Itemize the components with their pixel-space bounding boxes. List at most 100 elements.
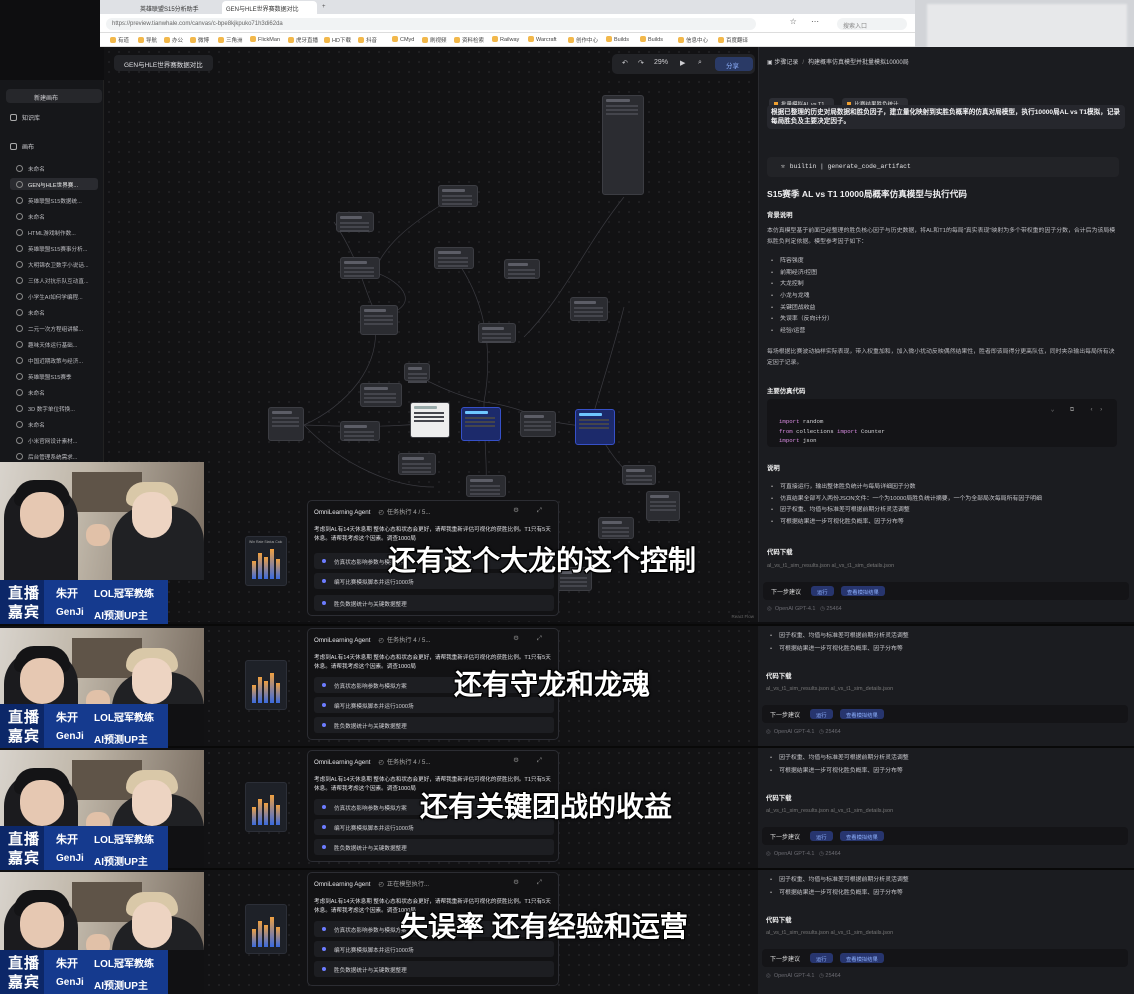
agent-window-controls[interactable]: ⚙ ⤢ xyxy=(513,506,550,515)
bookmark[interactable]: FlickMan xyxy=(250,36,280,43)
agent-window-controls[interactable]: ⚙ ⤢ xyxy=(513,878,550,887)
flow-node[interactable] xyxy=(646,491,680,521)
sidebar-item[interactable]: 未命名 xyxy=(10,386,98,398)
sidebar-item[interactable]: 未命名 xyxy=(10,162,98,174)
knowledge-base-link[interactable]: 知识库 xyxy=(10,113,40,122)
sidebar-item[interactable]: 3D 数字单位转换... xyxy=(10,402,98,414)
sidebar-item[interactable]: 未命名 xyxy=(10,306,98,318)
video-subtitle: 还有守龙和龙魂 xyxy=(454,669,651,700)
bookmark[interactable]: 三角洲 xyxy=(218,36,243,44)
bookmark[interactable]: Railway xyxy=(492,36,519,43)
flow-node[interactable] xyxy=(520,411,556,437)
download-links[interactable]: al_vs_t1_sim_results.json al_vs_t1_sim_d… xyxy=(767,563,894,569)
sidebar-item[interactable]: HTML游戏制作数... xyxy=(10,226,98,238)
browser-tab-active[interactable]: GEN与HLE世界赛数据对比 xyxy=(222,1,317,14)
sidebar-item[interactable]: 大明锦衣卫数字小说话... xyxy=(10,258,98,270)
agent-window-controls[interactable]: ⚙ ⤢ xyxy=(513,634,550,643)
sidebar-item[interactable]: 后台管理系统需求... xyxy=(10,450,98,462)
code-actions[interactable]: ⌄ ⧉ ‹› xyxy=(1051,405,1109,415)
sidebar-item[interactable]: 未命名 xyxy=(10,210,98,222)
view-results-button[interactable]: 查看模拟结果 xyxy=(840,831,884,841)
new-canvas-button[interactable]: 新建画布 xyxy=(6,89,102,103)
sidebar-item[interactable]: 未命名 xyxy=(10,418,98,430)
flow-node-image[interactable] xyxy=(410,402,450,438)
code-block[interactable]: ⌄ ⧉ ‹› import random from collections im… xyxy=(767,399,1117,447)
agent-task[interactable]: 胜负数据统计与关键数据整理 xyxy=(314,839,554,855)
flow-node-blue[interactable] xyxy=(575,409,615,445)
flow-node[interactable] xyxy=(340,421,380,441)
flow-node[interactable] xyxy=(602,95,644,195)
bookmark[interactable]: 微博 xyxy=(190,36,209,44)
flow-node[interactable] xyxy=(438,185,478,207)
flow-node[interactable] xyxy=(598,517,634,539)
browser-search-input[interactable]: 搜索入口 xyxy=(837,18,907,30)
bookmark[interactable]: Builds xyxy=(606,36,629,43)
url-input[interactable]: https://preview.tianwhale.com/canvas/c-b… xyxy=(106,18,756,30)
run-button[interactable]: 运行 xyxy=(811,586,834,596)
mini-chart-node[interactable]: Win Rate Status Calc xyxy=(245,536,287,586)
agent-task[interactable]: 胜负数据统计与关键数据整理 xyxy=(314,717,554,733)
sidebar-item[interactable]: 小学生AI如何学编程... xyxy=(10,290,98,302)
flow-node[interactable] xyxy=(360,383,402,407)
host-name: 朱开 xyxy=(56,834,78,846)
live-guest-badge: 直播嘉宾 xyxy=(0,580,44,624)
mini-chart-node[interactable] xyxy=(245,904,287,954)
bookmark[interactable]: 百度翻译 xyxy=(718,36,748,44)
bookmark[interactable]: 刷视频 xyxy=(422,36,447,44)
bookmark[interactable]: 抖音 xyxy=(358,36,377,44)
bookmark[interactable]: 信息中心 xyxy=(678,36,708,44)
sidebar-item[interactable]: 二元一次方程组讲解... xyxy=(10,322,98,334)
sidebar-item[interactable]: 趣味天体运行基础... xyxy=(10,338,98,350)
bookmark[interactable]: HD下载 xyxy=(324,36,351,44)
sidebar-item[interactable]: 中国近期政策与经济... xyxy=(10,354,98,366)
flow-node[interactable] xyxy=(404,363,430,381)
bookmark[interactable]: 创作中心 xyxy=(568,36,598,44)
bookmark[interactable]: Warcraft xyxy=(528,36,557,43)
mini-chart-node[interactable] xyxy=(245,782,287,832)
browser-tab[interactable]: 英雄联盟S15分析助手 xyxy=(136,1,218,14)
flow-node[interactable] xyxy=(340,257,380,279)
next-step-bar: 下一步建议 运行 查看模拟结果 xyxy=(762,705,1128,723)
flow-node[interactable] xyxy=(336,212,374,232)
flow-node[interactable] xyxy=(398,453,436,475)
sidebar-item[interactable]: 小米官网设计素材... xyxy=(10,434,98,446)
flow-node[interactable] xyxy=(478,323,516,343)
agent-task[interactable]: 胜负数据统计与关键数据整理 xyxy=(314,595,554,611)
view-results-button[interactable]: 查看模拟结果 xyxy=(840,953,884,963)
sidebar-item[interactable]: 英雄联盟S15数据统... xyxy=(10,194,98,206)
mini-chart-node[interactable] xyxy=(245,660,287,710)
bookmark[interactable]: 有道 xyxy=(110,36,129,44)
run-button[interactable]: 运行 xyxy=(810,831,833,841)
bookmark[interactable]: CMyd xyxy=(392,36,414,43)
bookmark[interactable]: 导航 xyxy=(138,36,157,44)
flow-node-blue[interactable] xyxy=(461,407,501,441)
flow-node[interactable] xyxy=(570,297,608,321)
flow-node[interactable] xyxy=(466,475,506,497)
sidebar-item[interactable]: 英雄联盟S15赛事分析... xyxy=(10,242,98,254)
flow-node[interactable] xyxy=(434,247,474,269)
section-heading: 主要仿真代码 xyxy=(767,388,806,395)
react-flow-attribution[interactable]: React Flow xyxy=(731,614,754,619)
sidebar-item-active[interactable]: GEN与HLE世界赛... xyxy=(10,178,98,190)
sidebar-item[interactable]: 英雄联盟S15赛季 xyxy=(10,370,98,382)
run-button[interactable]: 运行 xyxy=(810,953,833,963)
agent-window-controls[interactable]: ⚙ ⤢ xyxy=(513,756,550,765)
new-tab-button[interactable]: + xyxy=(318,1,328,14)
agent-task[interactable]: 胜负数据统计与关键数据整理 xyxy=(314,961,554,977)
tool-call[interactable]: builtin | generate_code_artifact xyxy=(767,157,1119,177)
flow-node[interactable] xyxy=(622,465,656,485)
bookmark[interactable]: 办公 xyxy=(164,36,183,44)
bookmark[interactable]: 虎牙直播 xyxy=(288,36,318,44)
flow-node[interactable] xyxy=(360,305,398,335)
model-info: OpenAI GPT-4.1 ◷ 25464 xyxy=(766,973,841,979)
sidebar-item[interactable]: 三体人对抗乐队互动直... xyxy=(10,274,98,286)
bookmark[interactable]: 资料检索 xyxy=(454,36,484,44)
bookmark[interactable]: Builds xyxy=(640,36,663,43)
view-results-button[interactable]: 查看模拟结果 xyxy=(840,709,884,719)
run-button[interactable]: 运行 xyxy=(810,709,833,719)
flow-node[interactable] xyxy=(504,259,540,279)
host-name: GenJi xyxy=(56,853,84,864)
view-results-button[interactable]: 查看模拟结果 xyxy=(841,586,885,596)
code-line: import random xyxy=(779,418,824,425)
flow-node[interactable] xyxy=(268,407,304,441)
